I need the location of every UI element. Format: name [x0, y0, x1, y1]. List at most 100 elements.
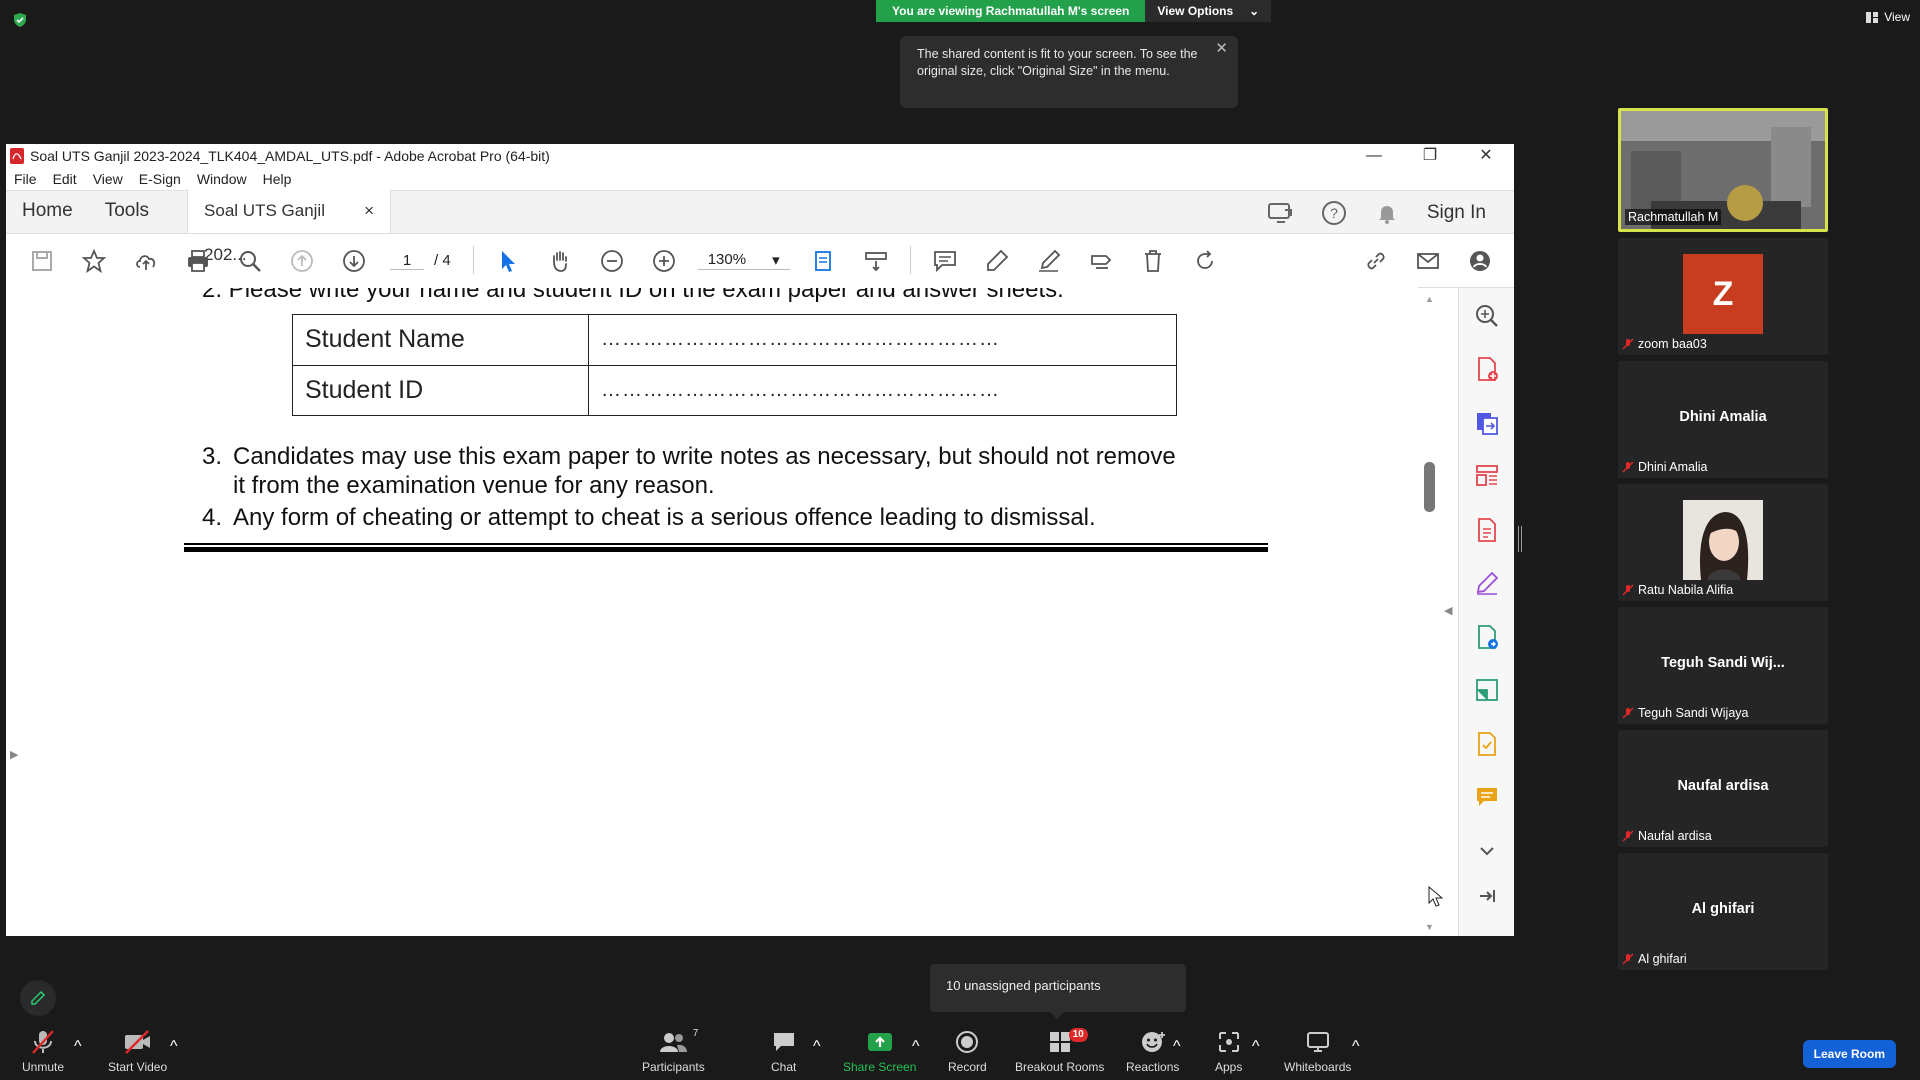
participant-name: Ratu Nabila Alifia — [1622, 583, 1733, 597]
participant-tile[interactable]: Teguh Sandi Wij... Teguh Sandi Wijaya — [1618, 607, 1828, 724]
previous-page-icon[interactable] — [285, 244, 319, 278]
view-button[interactable]: View — [1866, 10, 1910, 24]
select-cursor-icon[interactable] — [491, 244, 525, 278]
participants-button[interactable]: 7 Participants — [642, 1028, 705, 1074]
stamp-edit-icon[interactable] — [1084, 244, 1118, 278]
menu-help[interactable]: Help — [263, 171, 292, 187]
microphone-muted-icon — [32, 1030, 54, 1054]
chat-button[interactable]: Chat — [771, 1028, 796, 1074]
save-icon[interactable] — [25, 244, 59, 278]
minimize-icon[interactable]: — — [1346, 144, 1402, 168]
restore-icon[interactable]: ❐ — [1402, 144, 1458, 168]
reactions-caret-icon[interactable]: ^ — [1173, 1038, 1181, 1056]
share-screen-button[interactable]: Share Screen — [843, 1028, 916, 1074]
record-button[interactable]: Record — [948, 1028, 987, 1074]
upload-cloud-icon[interactable] — [129, 244, 163, 278]
close-window-icon[interactable]: ✕ — [1458, 144, 1514, 168]
email-icon[interactable] — [1411, 244, 1445, 278]
send-for-review-icon[interactable] — [1473, 623, 1501, 651]
link-icon[interactable] — [1359, 244, 1393, 278]
participant-name: Naufal ardisa — [1622, 829, 1712, 843]
more-tools-chevron-icon[interactable] — [1473, 837, 1501, 865]
video-options-caret-icon[interactable]: ^ — [170, 1038, 178, 1056]
collapse-panel-icon[interactable] — [1473, 883, 1501, 911]
unmute-button[interactable]: Unmute — [22, 1028, 64, 1074]
participant-tile[interactable]: Naufal ardisa Naufal ardisa — [1618, 730, 1828, 847]
share-options-caret-icon[interactable]: ^ — [912, 1038, 920, 1056]
scroll-thumb[interactable] — [1424, 462, 1435, 512]
search-zoom-icon[interactable] — [233, 244, 267, 278]
audio-options-caret-icon[interactable]: ^ — [74, 1038, 82, 1056]
bookmark-star-icon[interactable] — [77, 244, 111, 278]
close-icon[interactable]: ✕ — [1215, 40, 1228, 57]
comment-icon[interactable] — [928, 244, 962, 278]
highlight-pen-icon[interactable] — [980, 244, 1014, 278]
rotate-icon[interactable] — [1188, 244, 1222, 278]
menu-view[interactable]: View — [93, 171, 123, 187]
apps-label: Apps — [1215, 1060, 1243, 1074]
print-icon[interactable] — [181, 244, 215, 278]
whiteboards-button[interactable]: Whiteboards — [1284, 1028, 1351, 1074]
zoom-search-icon[interactable] — [1473, 302, 1501, 330]
whiteboards-caret-icon[interactable]: ^ — [1352, 1038, 1360, 1056]
zoom-out-icon[interactable] — [595, 244, 629, 278]
profile-photo — [1683, 500, 1763, 580]
delete-trash-icon[interactable] — [1136, 244, 1170, 278]
notification-bell-icon[interactable] — [1375, 201, 1399, 225]
tab-home[interactable]: Home — [6, 189, 89, 233]
request-signature-icon[interactable] — [1473, 730, 1501, 758]
scroll-mode-icon[interactable] — [859, 244, 893, 278]
create-pdf-icon[interactable] — [1473, 356, 1501, 384]
participants-count: 7 — [692, 1028, 699, 1039]
next-page-icon[interactable] — [337, 244, 371, 278]
leave-room-button[interactable]: Leave Room — [1802, 1040, 1896, 1068]
annotate-pencil-button[interactable] — [20, 980, 56, 1016]
scroll-down-icon[interactable]: ▼ — [1425, 922, 1434, 932]
participant-tile[interactable]: Z zoom baa03 — [1618, 238, 1828, 355]
fill-sign-icon[interactable] — [1473, 570, 1501, 598]
participant-name-label: Ratu Nabila Alifia — [1638, 583, 1734, 597]
zoom-in-icon[interactable] — [647, 244, 681, 278]
left-panel-toggle-icon[interactable]: ▶ — [10, 748, 18, 761]
toolbar-divider — [472, 245, 474, 276]
view-options-button[interactable]: View Options ⌄ — [1145, 0, 1272, 22]
breakout-rooms-button[interactable]: 10 Breakout Rooms — [1015, 1028, 1104, 1074]
chat-options-caret-icon[interactable]: ^ — [813, 1038, 821, 1056]
draw-signature-icon[interactable] — [1032, 244, 1066, 278]
tab-tools[interactable]: Tools — [89, 189, 165, 233]
share-screen-icon[interactable] — [1267, 200, 1293, 226]
participant-tile-active-speaker[interactable]: Rachmatullah M — [1618, 108, 1828, 232]
participant-tile[interactable]: Ratu Nabila Alifia — [1618, 484, 1828, 601]
vertical-scrollbar[interactable]: ▲ ▼ — [1419, 288, 1441, 936]
unassigned-participants-bubble: 10 unassigned participants — [930, 964, 1186, 1019]
tab-document[interactable]: Soal UTS Ganjil 202... × — [187, 189, 392, 264]
tab-close-icon[interactable]: × — [364, 189, 374, 233]
share-user-icon[interactable] — [1463, 244, 1497, 278]
page-fit-icon[interactable] — [807, 244, 841, 278]
sign-in-button[interactable]: Sign In — [1427, 202, 1486, 224]
page-number-input[interactable]: 1 — [390, 252, 424, 270]
resize-handle[interactable] — [1518, 526, 1522, 552]
export-pdf-icon[interactable] — [1473, 516, 1501, 544]
table-row: Student Name ………………………………………………… — [292, 314, 1177, 366]
participant-tile[interactable]: Dhini Amalia Dhini Amalia — [1618, 361, 1828, 478]
convert-pdf-icon[interactable] — [1473, 409, 1501, 437]
compress-pdf-icon[interactable] — [1473, 677, 1501, 705]
menu-window[interactable]: Window — [197, 171, 247, 187]
apps-button[interactable]: Apps — [1215, 1028, 1242, 1074]
right-panel-collapse-icon[interactable]: ◀ — [1444, 604, 1452, 617]
menu-esign[interactable]: E-Sign — [139, 171, 181, 187]
reactions-button[interactable]: Reactions — [1126, 1028, 1179, 1074]
start-video-button[interactable]: Start Video — [108, 1028, 167, 1074]
hand-tool-icon[interactable] — [543, 244, 577, 278]
scroll-up-icon[interactable]: ▲ — [1425, 294, 1434, 304]
comment-tool-icon[interactable] — [1473, 784, 1501, 812]
zoom-level-select[interactable]: 130% ▾ — [697, 251, 790, 270]
menu-file[interactable]: File — [14, 171, 37, 187]
security-shield-icon[interactable] — [12, 12, 28, 28]
help-icon[interactable]: ? — [1321, 200, 1347, 226]
organize-pages-icon[interactable] — [1473, 463, 1501, 491]
apps-caret-icon[interactable]: ^ — [1252, 1038, 1260, 1056]
participant-tile[interactable]: Al ghifari Al ghifari — [1618, 853, 1828, 970]
menu-edit[interactable]: Edit — [53, 171, 77, 187]
